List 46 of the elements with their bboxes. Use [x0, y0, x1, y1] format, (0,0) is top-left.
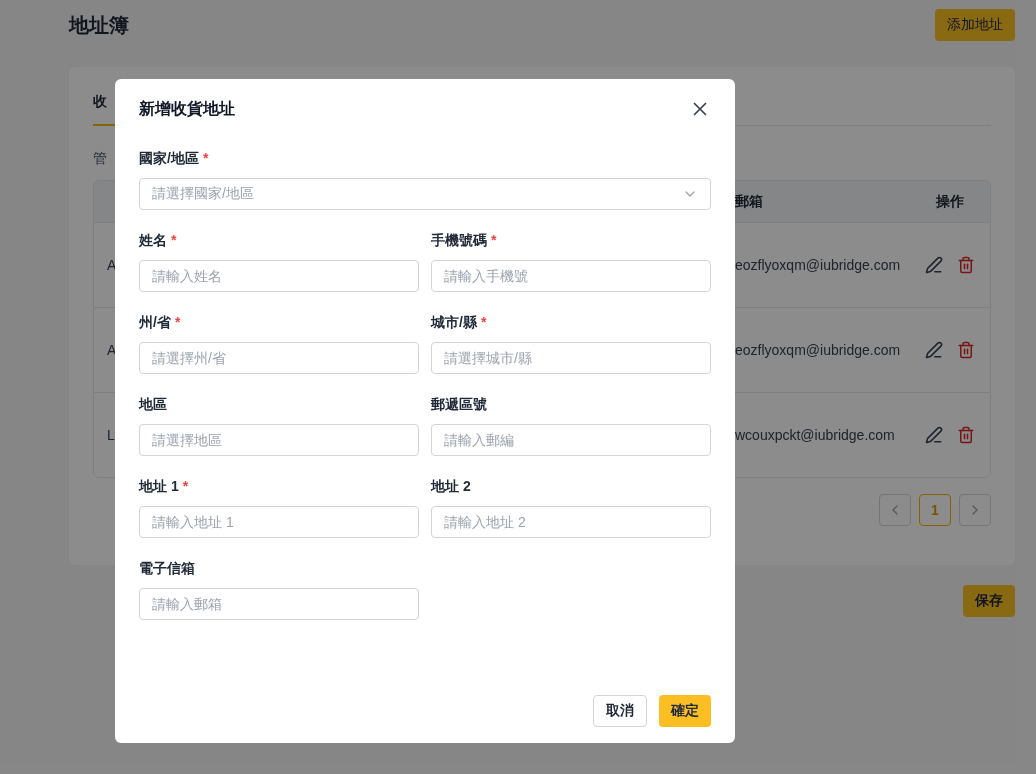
dialog-title: 新增收貨地址 [139, 98, 235, 119]
edit-icon[interactable] [925, 256, 943, 274]
field-label: 州/省 [139, 314, 171, 332]
page-title: 地址簿 [69, 12, 129, 38]
trash-icon[interactable] [957, 426, 975, 444]
page-button[interactable]: 1 [919, 494, 951, 526]
input-field[interactable]: 請選擇地區 [139, 424, 419, 456]
field-label: 電子信箱 [139, 560, 195, 578]
required-mark: * [174, 314, 181, 332]
input-field[interactable]: 請輸入地址 1 [139, 506, 419, 538]
field-label: 郵遞區號 [431, 396, 487, 414]
table-cell: wcouxpckt@iubridge.com [735, 427, 895, 443]
description-text: 管 [93, 150, 108, 168]
column-header: 郵箱 [735, 192, 763, 211]
trash-icon[interactable] [957, 256, 975, 274]
field-label: 地址 2 [431, 478, 471, 496]
save-button[interactable]: 保存 [963, 585, 1015, 617]
field-label: 地區 [139, 396, 167, 414]
cancel-button[interactable]: 取消 [593, 695, 647, 727]
confirm-button[interactable]: 確定 [659, 695, 711, 727]
required-mark: * [491, 232, 497, 250]
edit-icon[interactable] [925, 341, 943, 359]
field-label: 地址 1 [139, 478, 179, 496]
add-address-button[interactable]: 添加地址 [935, 9, 1015, 41]
input-field[interactable]: 請輸入郵編 [431, 424, 711, 456]
input-field[interactable]: 請輸入郵箱 [139, 588, 419, 620]
field-label: 手機號碼 [431, 232, 487, 250]
input-field[interactable]: 請選擇城市/縣 [431, 342, 711, 374]
field-label: 國家/地區 [139, 150, 199, 168]
field-label: 姓名 [139, 232, 167, 250]
table-cell: L [107, 427, 115, 443]
required-mark: * [171, 232, 177, 250]
required-mark: * [202, 150, 209, 168]
required-mark: * [182, 478, 189, 496]
table-cell: eozflyoxqm@iubridge.com [735, 342, 901, 358]
select-field[interactable]: 請選擇國家/地區 [139, 178, 711, 210]
table-cell: eozflyoxqm@iubridge.com [735, 257, 901, 273]
input-field[interactable]: 請輸入地址 2 [431, 506, 711, 538]
field-label: 城市/縣 [431, 314, 477, 332]
edit-icon[interactable] [925, 426, 943, 444]
input-field[interactable]: 請輸入姓名 [139, 260, 419, 292]
required-mark: * [480, 314, 487, 332]
column-header: 操作 [936, 192, 964, 211]
input-field[interactable]: 請輸入手機號 [431, 260, 711, 292]
trash-icon[interactable] [957, 341, 975, 359]
input-field[interactable]: 請選擇州/省 [139, 342, 419, 374]
